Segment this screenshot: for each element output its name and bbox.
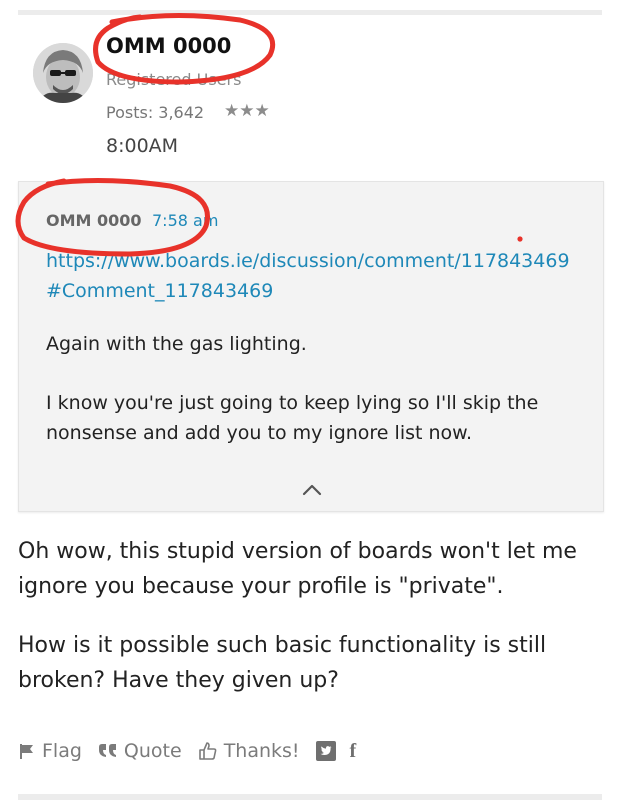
post-body-paragraph: Oh wow, this stupid version of boards wo… [18, 539, 577, 599]
post-actions: Flag Quote Thanks! f [18, 736, 370, 766]
twitter-icon [315, 741, 336, 761]
share-twitter-button[interactable] [315, 741, 336, 761]
facebook-icon: f [349, 739, 357, 762]
quote-block: OMM 0000 7:58 am https://www.boards.ie/d… [18, 181, 604, 512]
avatar-image [33, 43, 93, 103]
quote-icon [98, 744, 116, 757]
forum-post: OMM 0000 Registered Users Posts: 3,642 ★… [0, 0, 618, 800]
quote-time-link[interactable]: 7:58 am [152, 211, 218, 230]
quote-text-line: Again with the gas lighting. [46, 333, 307, 355]
quote-comment-link[interactable]: https://www.boards.ie/discussion/comment… [46, 246, 576, 306]
flag-icon [20, 744, 33, 759]
collapse-chevron-icon[interactable] [300, 480, 324, 498]
post-time[interactable]: 8:00AM [106, 135, 178, 157]
avatar[interactable] [33, 43, 93, 103]
quote-button[interactable]: Quote [98, 740, 182, 762]
thanks-label: Thanks! [223, 740, 300, 762]
thanks-button[interactable]: Thanks! [198, 740, 300, 762]
post-author-name[interactable]: OMM 0000 [106, 34, 231, 58]
bottom-divider [18, 794, 602, 800]
thumbs-up-icon [198, 742, 217, 760]
post-count: Posts: 3,642 [106, 103, 205, 122]
rank-stars-icon: ★★★ [224, 101, 270, 121]
top-divider [18, 10, 602, 15]
quote-text-paragraph: I know you're just going to keep lying s… [46, 392, 539, 444]
share-facebook-button[interactable]: f [350, 740, 357, 763]
user-role: Registered Users [106, 70, 242, 89]
quote-label: Quote [123, 740, 182, 762]
flag-button[interactable]: Flag [18, 740, 82, 762]
flag-label: Flag [42, 740, 82, 762]
post-body-paragraph: How is it possible such basic functional… [18, 633, 547, 693]
quote-author[interactable]: OMM 0000 [46, 211, 142, 230]
